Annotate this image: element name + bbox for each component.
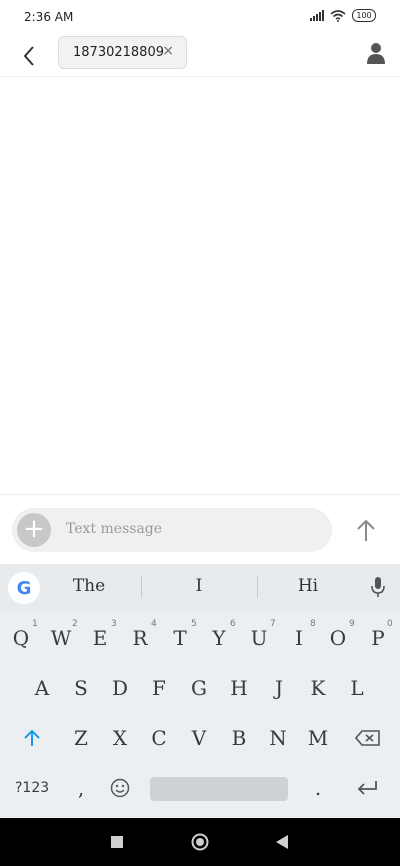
space-bar[interactable] — [150, 777, 288, 801]
key-r-number: 4 — [151, 619, 157, 629]
recipient-number: 18730218809 — [73, 45, 164, 60]
key-a[interactable]: A — [22, 676, 62, 700]
shift-icon[interactable] — [22, 728, 42, 748]
key-f[interactable]: F — [139, 676, 179, 700]
key-n[interactable]: N — [258, 726, 298, 750]
google-logo[interactable]: G — [8, 572, 40, 604]
key-p[interactable]: P — [358, 626, 398, 650]
key-comma[interactable]: , — [61, 776, 101, 800]
key-l[interactable]: L — [337, 676, 377, 700]
key-e[interactable]: E — [80, 626, 120, 650]
key-r[interactable]: R — [120, 626, 160, 650]
key-u[interactable]: U — [239, 626, 279, 650]
signal-icon — [310, 10, 324, 21]
navigation-bar — [0, 818, 400, 866]
status-time: 2:36 AM — [24, 10, 74, 24]
message-input[interactable]: + Text message — [12, 508, 332, 552]
google-logo-letter: G — [16, 577, 32, 599]
key-d[interactable]: D — [100, 676, 140, 700]
key-q[interactable]: Q — [1, 626, 41, 650]
compose-bar: + Text message — [0, 494, 400, 565]
enter-icon[interactable] — [356, 780, 378, 796]
key-t[interactable]: T — [160, 626, 200, 650]
person-icon[interactable] — [366, 41, 386, 65]
conversation-header: 18730218809 × — [0, 36, 400, 77]
remove-recipient-icon[interactable]: × — [162, 43, 174, 59]
key-y[interactable]: Y — [199, 626, 239, 650]
key-s[interactable]: S — [61, 676, 101, 700]
mic-icon[interactable] — [370, 576, 386, 598]
back-arrow-icon[interactable] — [18, 42, 42, 70]
key-w-number: 2 — [72, 619, 78, 629]
send-arrow-icon[interactable] — [352, 517, 380, 545]
key-o-number: 9 — [349, 619, 355, 629]
key-b[interactable]: B — [219, 726, 259, 750]
nav-triangle-icon[interactable] — [275, 835, 289, 849]
keyboard: G The I Hi Q W E R T Y U I O P 1 2 3 4 5… — [0, 564, 400, 818]
suggestion-1[interactable]: The — [39, 576, 139, 596]
key-j[interactable]: J — [259, 676, 299, 700]
key-p-number: 0 — [387, 619, 393, 629]
key-y-number: 6 — [230, 619, 236, 629]
key-c[interactable]: C — [139, 726, 179, 750]
emoji-icon[interactable] — [110, 778, 130, 798]
key-period[interactable]: . — [298, 776, 338, 800]
recipient-chip[interactable]: 18730218809 × — [58, 36, 187, 69]
nav-circle-icon[interactable] — [191, 833, 209, 851]
backspace-icon[interactable] — [355, 730, 381, 746]
wifi-icon — [330, 9, 346, 22]
status-icons: 100 — [310, 9, 376, 22]
key-m[interactable]: M — [298, 726, 338, 750]
symbols-key[interactable]: ?123 — [15, 780, 49, 796]
key-e-number: 3 — [111, 619, 117, 629]
battery-indicator: 100 — [352, 9, 376, 22]
key-x[interactable]: X — [100, 726, 140, 750]
suggestion-divider — [141, 576, 142, 598]
nav-square-icon[interactable] — [111, 836, 123, 848]
key-i-number: 8 — [310, 619, 316, 629]
key-w[interactable]: W — [41, 626, 81, 650]
key-z[interactable]: Z — [61, 726, 101, 750]
key-h[interactable]: H — [219, 676, 259, 700]
status-bar: 2:36 AM 100 — [0, 0, 400, 36]
add-attachment-button[interactable]: + — [17, 513, 51, 547]
key-q-number: 1 — [32, 619, 38, 629]
message-placeholder: Text message — [66, 521, 163, 537]
key-v[interactable]: V — [179, 726, 219, 750]
suggestion-2[interactable]: I — [149, 576, 249, 596]
key-i[interactable]: I — [279, 626, 319, 650]
key-u-number: 7 — [270, 619, 276, 629]
key-g[interactable]: G — [179, 676, 219, 700]
suggestion-strip: G The I Hi — [0, 564, 400, 610]
suggestion-3[interactable]: Hi — [258, 576, 358, 596]
key-k[interactable]: K — [298, 676, 338, 700]
key-o[interactable]: O — [318, 626, 358, 650]
key-t-number: 5 — [191, 619, 197, 629]
